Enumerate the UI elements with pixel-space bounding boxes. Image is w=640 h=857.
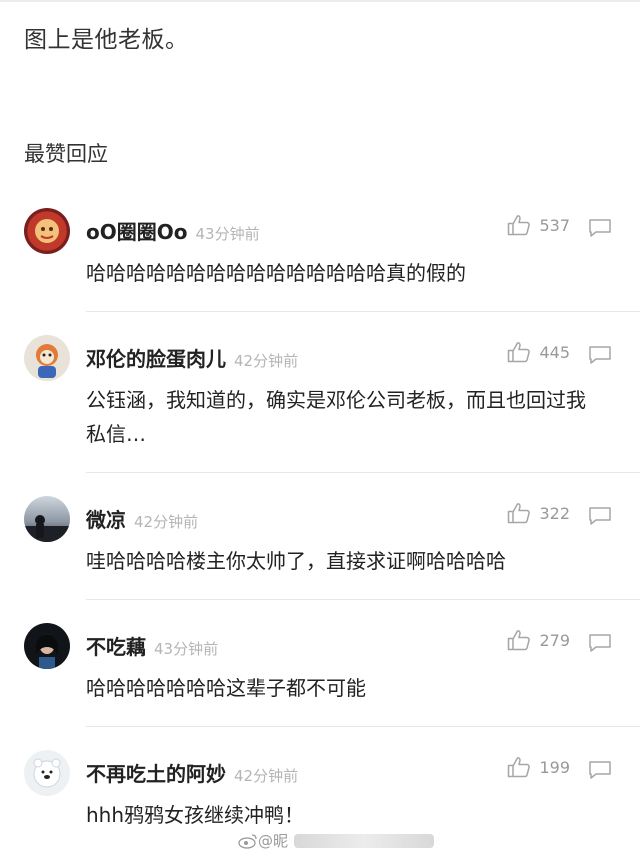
watermark-blur: [294, 833, 435, 848]
like-count: 537: [539, 215, 570, 235]
avatar-image-icon: [36, 344, 58, 378]
like-count: 279: [539, 630, 570, 650]
comment-text: hhh鸦鸦女孩继续冲鸭！: [86, 803, 305, 827]
username[interactable]: 不吃藕: [86, 635, 146, 659]
timestamp: 42分钟前: [134, 513, 199, 531]
reply-icon[interactable]: [588, 506, 612, 526]
watermark-text: @昵: [258, 832, 289, 850]
timestamp: 43分钟前: [195, 225, 260, 243]
comment-header: 不吃藕 43分钟前: [86, 631, 218, 660]
like-button[interactable]: 445: [507, 341, 570, 363]
comment-header: 不再吃土的阿妙 42分钟前: [86, 758, 298, 787]
avatar[interactable]: [24, 208, 70, 254]
like-button[interactable]: 322: [507, 502, 570, 524]
username[interactable]: 不再吃土的阿妙: [86, 762, 226, 786]
comment-header: oO圈圈Oo 43分钟前: [86, 216, 260, 245]
thumbs-up-icon: [508, 215, 531, 236]
comment-text: 哈哈哈哈哈哈哈哈哈哈哈哈哈哈哈真的假的: [86, 261, 466, 285]
comment-header: 微凉 42分钟前: [86, 504, 198, 533]
comment-divider: [86, 599, 640, 600]
like-count: 322: [539, 503, 570, 523]
thumbs-up-icon: [508, 503, 531, 524]
reply-icon[interactable]: [588, 345, 612, 365]
like-count: 199: [539, 757, 570, 777]
avatar[interactable]: [24, 750, 70, 796]
avatar[interactable]: [24, 335, 70, 381]
timestamp: 43分钟前: [154, 640, 219, 658]
avatar-image-icon: [36, 634, 58, 669]
thumbs-up-icon: [508, 630, 531, 651]
comment-text: 哇哈哈哈哈楼主你太帅了，直接求证啊哈哈哈哈: [86, 549, 506, 573]
comment-divider: [86, 472, 640, 473]
avatar-image-icon: [33, 758, 61, 788]
timestamp: 42分钟前: [234, 352, 299, 370]
post-text: 图上是他老板。: [24, 27, 189, 53]
username[interactable]: oO圈圈Oo: [86, 220, 187, 244]
top-divider: [0, 0, 640, 2]
username[interactable]: 邓伦的脸蛋肉儿: [86, 347, 226, 371]
like-count: 445: [539, 342, 570, 362]
reply-icon[interactable]: [588, 218, 612, 238]
section-title: 最赞回应: [24, 142, 108, 166]
watermark: @昵: [238, 830, 435, 851]
avatar[interactable]: [24, 496, 70, 542]
thumbs-up-icon: [508, 757, 531, 778]
comment-text: 哈哈哈哈哈哈哈这辈子都不可能: [86, 676, 366, 700]
thumbs-up-icon: [508, 342, 531, 363]
avatar-image-icon: [24, 515, 70, 542]
weibo-logo-icon: [238, 833, 257, 849]
like-button[interactable]: 279: [507, 629, 570, 651]
like-button[interactable]: 199: [507, 756, 570, 778]
avatar-image-icon: [35, 219, 59, 243]
avatar[interactable]: [24, 623, 70, 669]
timestamp: 42分钟前: [234, 767, 299, 785]
reply-icon[interactable]: [588, 760, 612, 780]
comment-divider: [86, 726, 640, 727]
comment-text: 公钰涵，我知道的，确实是邓伦公司老板，而且也回过我私信…: [86, 388, 586, 446]
reply-icon[interactable]: [588, 633, 612, 653]
comment-header: 邓伦的脸蛋肉儿 42分钟前: [86, 343, 298, 372]
comment-divider: [86, 311, 640, 312]
username[interactable]: 微凉: [86, 508, 126, 532]
like-button[interactable]: 537: [507, 214, 570, 236]
